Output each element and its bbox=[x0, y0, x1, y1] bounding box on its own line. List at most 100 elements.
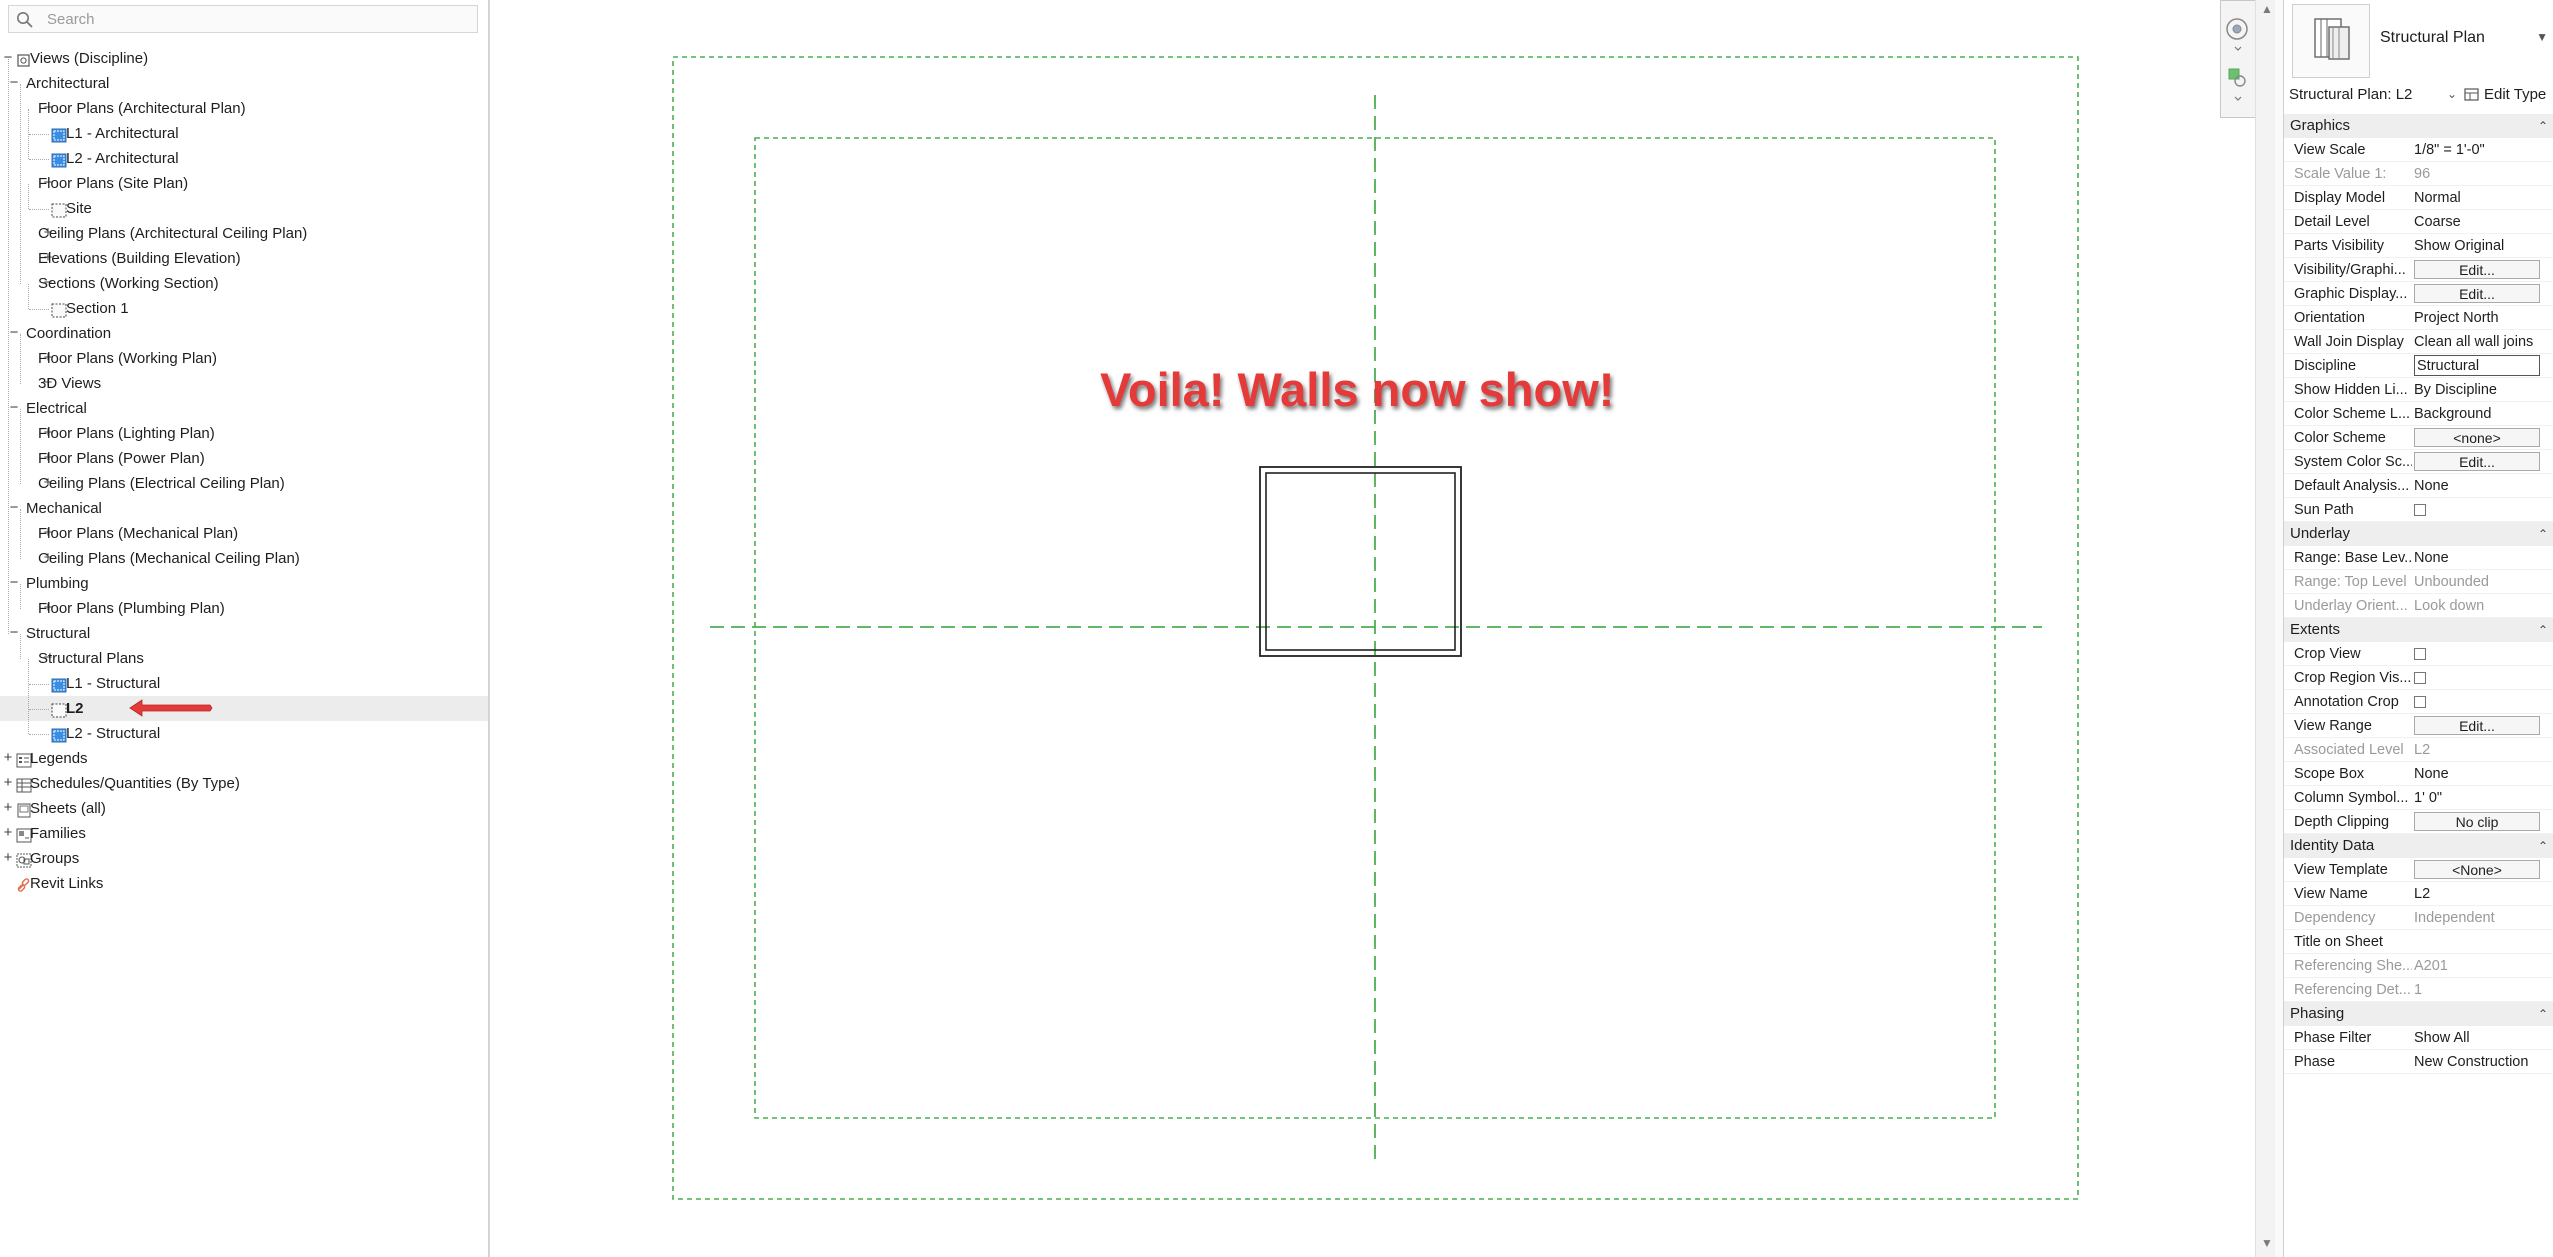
collapse-icon[interactable]: − bbox=[8, 71, 20, 96]
collapse-icon[interactable]: − bbox=[8, 621, 20, 646]
search-box[interactable] bbox=[8, 5, 478, 33]
prop-value[interactable]: Show Original bbox=[2414, 234, 2552, 258]
tree-item-views-discipline[interactable]: − Views (Discipline) bbox=[0, 46, 488, 71]
tree-item-schedules[interactable]: + Schedules/Quantities (By Type) bbox=[0, 771, 488, 796]
prop-value[interactable]: Coarse bbox=[2414, 210, 2552, 234]
expand-icon[interactable]: + bbox=[2, 746, 14, 771]
tree-item-l2-structural[interactable]: L2 - Structural bbox=[0, 721, 488, 746]
prop-value[interactable]: Background bbox=[2414, 402, 2552, 426]
prop-button[interactable]: Edit... bbox=[2414, 452, 2540, 471]
prop-checkbox[interactable] bbox=[2414, 696, 2426, 708]
tree-item-floor-plans-architectural[interactable]: − Floor Plans (Architectural Plan) bbox=[0, 96, 488, 121]
tree-item-l2[interactable]: L2 bbox=[0, 696, 488, 721]
tree-item-floor-plans-plumbing[interactable]: + Floor Plans (Plumbing Plan) bbox=[0, 596, 488, 621]
tree-item-ceiling-plans-electrical[interactable]: + Ceiling Plans (Electrical Ceiling Plan) bbox=[0, 471, 488, 496]
type-selector[interactable]: Structural Plan ▼ bbox=[2290, 4, 2552, 78]
drawing-canvas[interactable]: Voila! Walls now show! bbox=[490, 0, 2256, 1257]
prop-value[interactable]: 1/8" = 1'-0" bbox=[2414, 138, 2552, 162]
prop-value[interactable]: Normal bbox=[2414, 186, 2552, 210]
tree-item-revit-links[interactable]: Revit Links bbox=[0, 871, 488, 896]
search-input[interactable] bbox=[47, 8, 467, 30]
prop-value[interactable]: New Construction bbox=[2414, 1050, 2552, 1074]
tree-item-structural-plans[interactable]: − Structural Plans bbox=[0, 646, 488, 671]
tree-item-mechanical[interactable]: − Mechanical bbox=[0, 496, 488, 521]
prop-button[interactable]: Edit... bbox=[2414, 716, 2540, 735]
tree-item-section-1[interactable]: Section 1 bbox=[0, 296, 488, 321]
prop-value[interactable]: None bbox=[2414, 546, 2552, 570]
tree-item-site[interactable]: Site bbox=[0, 196, 488, 221]
navigation-bar[interactable] bbox=[2220, 0, 2256, 118]
tree-item-coordination[interactable]: − Coordination bbox=[0, 321, 488, 346]
scroll-up-icon[interactable]: ▲ bbox=[2261, 2, 2273, 16]
tree-item-l2-architectural[interactable]: L2 - Architectural bbox=[0, 146, 488, 171]
expand-icon[interactable]: + bbox=[2, 771, 14, 796]
expand-icon[interactable]: + bbox=[2, 846, 14, 871]
tree-item-plumbing[interactable]: − Plumbing bbox=[0, 571, 488, 596]
chevron-down-icon[interactable]: ⌄ bbox=[2447, 87, 2457, 101]
tree-item-sheets[interactable]: + Sheets (all) bbox=[0, 796, 488, 821]
tree-item-ceiling-plans-mechanical[interactable]: + Ceiling Plans (Mechanical Ceiling Plan) bbox=[0, 546, 488, 571]
tree-item-legends[interactable]: + Legends bbox=[0, 746, 488, 771]
collapse-up-icon[interactable]: ⌃ bbox=[2538, 834, 2548, 858]
zoom-icon[interactable] bbox=[2221, 61, 2255, 111]
tree-item-groups[interactable]: + Groups bbox=[0, 846, 488, 871]
tree-item-l1-structural[interactable]: L1 - Structural bbox=[0, 671, 488, 696]
prop-value[interactable]: Project North bbox=[2414, 306, 2552, 330]
prop-value[interactable]: Show All bbox=[2414, 1026, 2552, 1050]
prop-value[interactable]: None bbox=[2414, 762, 2552, 786]
tree-item-ceiling-plans-architectural[interactable]: + Ceiling Plans (Architectural Ceiling Pl… bbox=[0, 221, 488, 246]
collapse-up-icon[interactable]: ⌃ bbox=[2538, 114, 2548, 138]
prop-value[interactable]: L2 bbox=[2414, 882, 2552, 906]
prop-value[interactable]: Clean all wall joins bbox=[2414, 330, 2552, 354]
prop-name: Crop View bbox=[2294, 646, 2361, 662]
tree-item-structural[interactable]: − Structural bbox=[0, 621, 488, 646]
steering-wheel-icon[interactable] bbox=[2221, 7, 2255, 57]
prop-group-underlay[interactable]: Underlay ⌃ bbox=[2284, 522, 2553, 546]
prop-button[interactable]: Edit... bbox=[2414, 260, 2540, 279]
tree-item-families[interactable]: + Families bbox=[0, 821, 488, 846]
collapse-icon[interactable]: − bbox=[8, 321, 20, 346]
prop-checkbox[interactable] bbox=[2414, 672, 2426, 684]
collapse-icon[interactable]: − bbox=[8, 496, 20, 521]
collapse-up-icon[interactable]: ⌃ bbox=[2538, 618, 2548, 642]
tree-item-elevations-building[interactable]: + Elevations (Building Elevation) bbox=[0, 246, 488, 271]
tree-item-floor-plans-mechanical[interactable]: + Floor Plans (Mechanical Plan) bbox=[0, 521, 488, 546]
edit-type-button[interactable]: Edit Type bbox=[2462, 84, 2550, 106]
collapse-up-icon[interactable]: ⌃ bbox=[2538, 522, 2548, 546]
prop-group-graphics[interactable]: Graphics ⌃ bbox=[2284, 114, 2553, 138]
prop-button[interactable]: No clip bbox=[2414, 812, 2540, 831]
tree-item-floor-plans-working[interactable]: + Floor Plans (Working Plan) bbox=[0, 346, 488, 371]
type-dropdown-icon[interactable]: ▼ bbox=[2536, 30, 2548, 44]
tree-item-architectural[interactable]: − Architectural bbox=[0, 71, 488, 96]
collapse-icon[interactable]: − bbox=[8, 571, 20, 596]
tree-item-floor-plans-site[interactable]: − Floor Plans (Site Plan) bbox=[0, 171, 488, 196]
prop-group-identity-data[interactable]: Identity Data ⌃ bbox=[2284, 834, 2553, 858]
tree-item-electrical[interactable]: − Electrical bbox=[0, 396, 488, 421]
prop-value[interactable]: None bbox=[2414, 474, 2552, 498]
prop-checkbox[interactable] bbox=[2414, 504, 2426, 516]
instance-filter-select[interactable]: Structural Plan: L2 bbox=[2289, 86, 2412, 103]
prop-input[interactable]: Structural bbox=[2414, 355, 2540, 376]
panel-splitter[interactable] bbox=[2275, 0, 2283, 1257]
plan-view-drawing[interactable] bbox=[490, 0, 2255, 1257]
tree-item-sections-working[interactable]: − Sections (Working Section) bbox=[0, 271, 488, 296]
prop-value[interactable]: 1' 0" bbox=[2414, 786, 2552, 810]
prop-checkbox[interactable] bbox=[2414, 648, 2426, 660]
collapse-icon[interactable]: − bbox=[8, 396, 20, 421]
prop-button[interactable]: <none> bbox=[2414, 428, 2540, 447]
collapse-up-icon[interactable]: ⌃ bbox=[2538, 1002, 2548, 1026]
tree-item-floor-plans-power[interactable]: + Floor Plans (Power Plan) bbox=[0, 446, 488, 471]
prop-button[interactable]: Edit... bbox=[2414, 284, 2540, 303]
tree-item-3d-views[interactable]: +3D Views bbox=[0, 371, 488, 396]
scroll-down-icon[interactable]: ▼ bbox=[2261, 1236, 2273, 1250]
prop-button[interactable]: <None> bbox=[2414, 860, 2540, 879]
prop-group-extents[interactable]: Extents ⌃ bbox=[2284, 618, 2553, 642]
prop-group-phasing[interactable]: Phasing ⌃ bbox=[2284, 1002, 2553, 1026]
tree-item-l1-architectural[interactable]: L1 - Architectural bbox=[0, 121, 488, 146]
empty-view-icon bbox=[51, 701, 67, 718]
prop-value[interactable]: By Discipline bbox=[2414, 378, 2552, 402]
expand-icon[interactable]: + bbox=[2, 821, 14, 846]
expand-icon[interactable]: + bbox=[2, 796, 14, 821]
canvas-vertical-scrollbar[interactable]: ▲ ▼ bbox=[2255, 0, 2276, 1257]
tree-item-floor-plans-lighting[interactable]: + Floor Plans (Lighting Plan) bbox=[0, 421, 488, 446]
